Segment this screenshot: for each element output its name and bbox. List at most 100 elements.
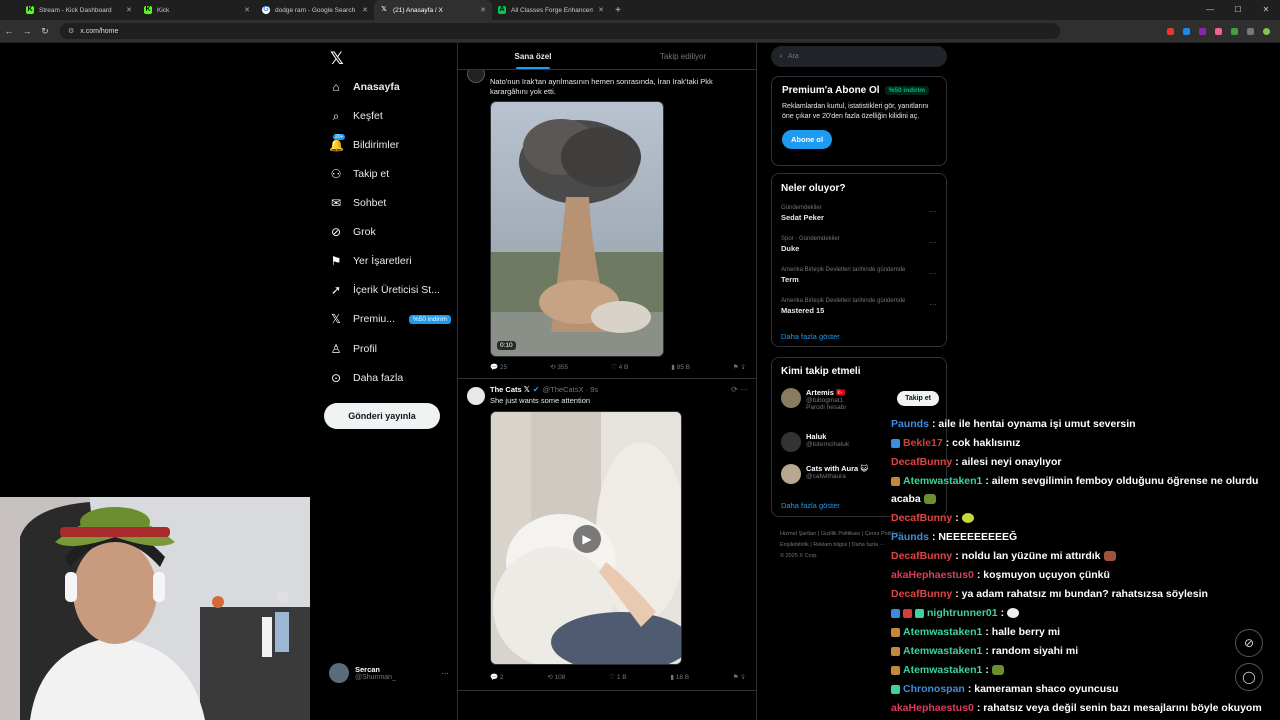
minimize-icon[interactable]: —: [1196, 0, 1224, 20]
reply-button[interactable]: 💬 2: [490, 673, 504, 681]
views-button[interactable]: ▮ 85 B: [671, 363, 690, 371]
emote-icon: [991, 665, 1004, 676]
profile-icon[interactable]: [1263, 27, 1270, 35]
grok-float-icon[interactable]: ⊘: [1235, 629, 1263, 657]
new-tab-button[interactable]: +: [610, 5, 626, 16]
tab-for-you[interactable]: Sana özel: [458, 43, 608, 69]
repost-button[interactable]: ⟲ 355: [550, 363, 568, 371]
more-icon[interactable]: ···: [929, 238, 937, 247]
bookmark-icon[interactable]: ⚑ ⇪: [733, 363, 746, 371]
extension-icon[interactable]: [1183, 27, 1190, 35]
more-circle-icon: ⊙: [330, 371, 342, 385]
close-tab-icon[interactable]: ✕: [362, 6, 368, 14]
search-icon: ⌕: [779, 52, 783, 60]
x-logo-icon[interactable]: 𝕏: [330, 49, 344, 69]
reload-icon[interactable]: ↻: [36, 26, 54, 37]
window-controls: — ☐ ✕: [1196, 0, 1280, 20]
subscribe-button[interactable]: Abone ol: [782, 130, 833, 149]
account-switcher[interactable]: Sercan @Shuriman_ ···: [329, 663, 449, 683]
nav-notifications[interactable]: 🔔 20+ Bildirimler: [329, 134, 399, 156]
tab-x-home[interactable]: 𝕏 (21) Anasayfa / X ✕: [374, 0, 492, 20]
play-icon[interactable]: ▶: [573, 525, 601, 553]
nav-home[interactable]: ⌂ Anasayfa: [329, 76, 399, 98]
kick-icon: K: [26, 6, 34, 14]
more-icon[interactable]: ···: [929, 269, 937, 278]
tab-google-search[interactable]: G dodge ram - Google Search ✕: [256, 0, 374, 20]
streamer-webcam-image: [0, 497, 310, 720]
extension-icons: [1167, 27, 1280, 35]
nav-profile[interactable]: ♙ Profil: [329, 338, 377, 360]
url-input[interactable]: ⚙ x.com/home: [60, 23, 1060, 39]
trends-card: Neler oluyor? Gündemdekiler Sedat Peker …: [771, 173, 947, 347]
chat-message: acaba: [891, 493, 936, 505]
extension-icon[interactable]: [1247, 27, 1254, 35]
repost-button[interactable]: ⟲ 108: [547, 673, 565, 681]
follow-button[interactable]: Takip et: [897, 391, 939, 406]
nav-chat[interactable]: ✉ Sohbet: [329, 192, 386, 214]
timeline: Sana özel Takip ediliyor Nato'nun Irak't…: [457, 43, 757, 720]
trend-item[interactable]: Gündemdekiler Sedat Peker ···: [781, 205, 941, 222]
post-actions: 💬 25 ⟲ 355 ♡ 4 B ▮ 85 B ⚑ ⇪: [490, 363, 746, 371]
extension-icon[interactable]: [1167, 27, 1174, 35]
close-tab-icon[interactable]: ✕: [480, 6, 486, 14]
stream-chat-overlay: Paunds: aile ile hentai oynama işi umut …: [888, 418, 1280, 720]
chat-message: Atemwastaken1:: [891, 664, 1004, 676]
trend-item[interactable]: Amerika Birleşik Devletleri tarihinde gü…: [781, 267, 941, 284]
trend-item[interactable]: Spor · Gündemdekiler Duke ···: [781, 236, 941, 253]
views-button[interactable]: ▮ 18 B: [670, 673, 689, 681]
more-icon[interactable]: ⟳ ···: [731, 385, 748, 394]
messages-float-icon[interactable]: ◯: [1235, 663, 1263, 691]
post[interactable]: The Cats 𝕏 ✔ @TheCatsX · 9s ⟳ ··· She ju…: [458, 379, 756, 691]
maximize-icon[interactable]: ☐: [1224, 0, 1252, 20]
close-tab-icon[interactable]: ✕: [244, 6, 250, 14]
reply-button[interactable]: 💬 25: [490, 363, 507, 371]
emote-icon: [1007, 608, 1020, 619]
site-info-icon[interactable]: ⚙: [68, 27, 74, 35]
forward-icon[interactable]: →: [18, 26, 36, 36]
nav-explore[interactable]: ⌕ Keşfet: [329, 105, 383, 127]
extension-icon[interactable]: [1199, 27, 1206, 35]
premium-title: Premium'a Abone Ol: [782, 85, 880, 96]
badge-icon: [915, 608, 924, 618]
kick-icon: K: [144, 6, 152, 14]
search-input[interactable]: ⌕ Ara: [771, 46, 947, 67]
show-more-trends-link[interactable]: Daha fazla göster: [781, 332, 840, 341]
tab-kick[interactable]: K Kick ✕: [138, 0, 256, 20]
tab-following[interactable]: Takip ediliyor: [608, 43, 756, 69]
like-button[interactable]: ♡ 4 B: [611, 363, 628, 371]
back-icon[interactable]: ←: [0, 26, 18, 36]
tab-kick-dashboard[interactable]: K Stream - Kick Dashboard ✕: [20, 0, 138, 20]
close-window-icon[interactable]: ✕: [1252, 0, 1280, 20]
add-user-icon: ⚇: [330, 167, 342, 181]
forge-icon: A: [498, 6, 506, 14]
verified-icon: ✔: [532, 385, 540, 394]
nav-premium[interactable]: 𝕏 Premiu... %50 indirim: [329, 308, 451, 330]
more-icon[interactable]: ···: [929, 207, 937, 216]
bookmark-icon[interactable]: ⚑ ⇪: [733, 673, 746, 681]
more-icon[interactable]: ···: [441, 669, 449, 678]
post-header: The Cats 𝕏 ✔ @TheCatsX · 9s: [490, 385, 599, 394]
chat-message: Atemwastaken1: halle berry mi: [891, 626, 1060, 638]
show-more-follow-link[interactable]: Daha fazla göster: [781, 501, 840, 510]
like-button[interactable]: ♡ 1 B: [609, 673, 626, 681]
post[interactable]: Nato'nun Irak'tan ayrılmasının hemen son…: [458, 57, 756, 379]
nav-follow[interactable]: ⚇ Takip et: [329, 163, 390, 185]
extension-icon[interactable]: [1231, 27, 1238, 35]
post-video[interactable]: 0:10: [490, 101, 664, 357]
notification-count: 20+: [333, 134, 346, 140]
tab-forge[interactable]: A All Classes Forge Enhanceme... ✕: [492, 0, 610, 20]
close-tab-icon[interactable]: ✕: [126, 6, 132, 14]
extension-icon[interactable]: [1215, 27, 1222, 35]
nav-bookmarks[interactable]: ⚑ Yer İşaretleri: [329, 250, 412, 272]
badge-icon: [891, 476, 900, 486]
post-video[interactable]: ▶: [490, 411, 682, 665]
close-tab-icon[interactable]: ✕: [598, 6, 604, 14]
premium-card: Premium'a Abone Ol %50 indirim Reklamlar…: [771, 76, 947, 166]
nav-grok[interactable]: ⊘ Grok: [329, 221, 376, 243]
post-button[interactable]: Gönderi yayınla: [324, 403, 440, 429]
nav-creator-studio[interactable]: ➚ İçerik Üreticisi St...: [329, 279, 440, 301]
grok-icon: ⊘: [330, 225, 342, 239]
nav-more[interactable]: ⊙ Daha fazla: [329, 367, 403, 389]
more-icon[interactable]: ···: [929, 300, 937, 309]
trend-item[interactable]: Amerika Birleşik Devletleri tarihinde gü…: [781, 298, 941, 315]
